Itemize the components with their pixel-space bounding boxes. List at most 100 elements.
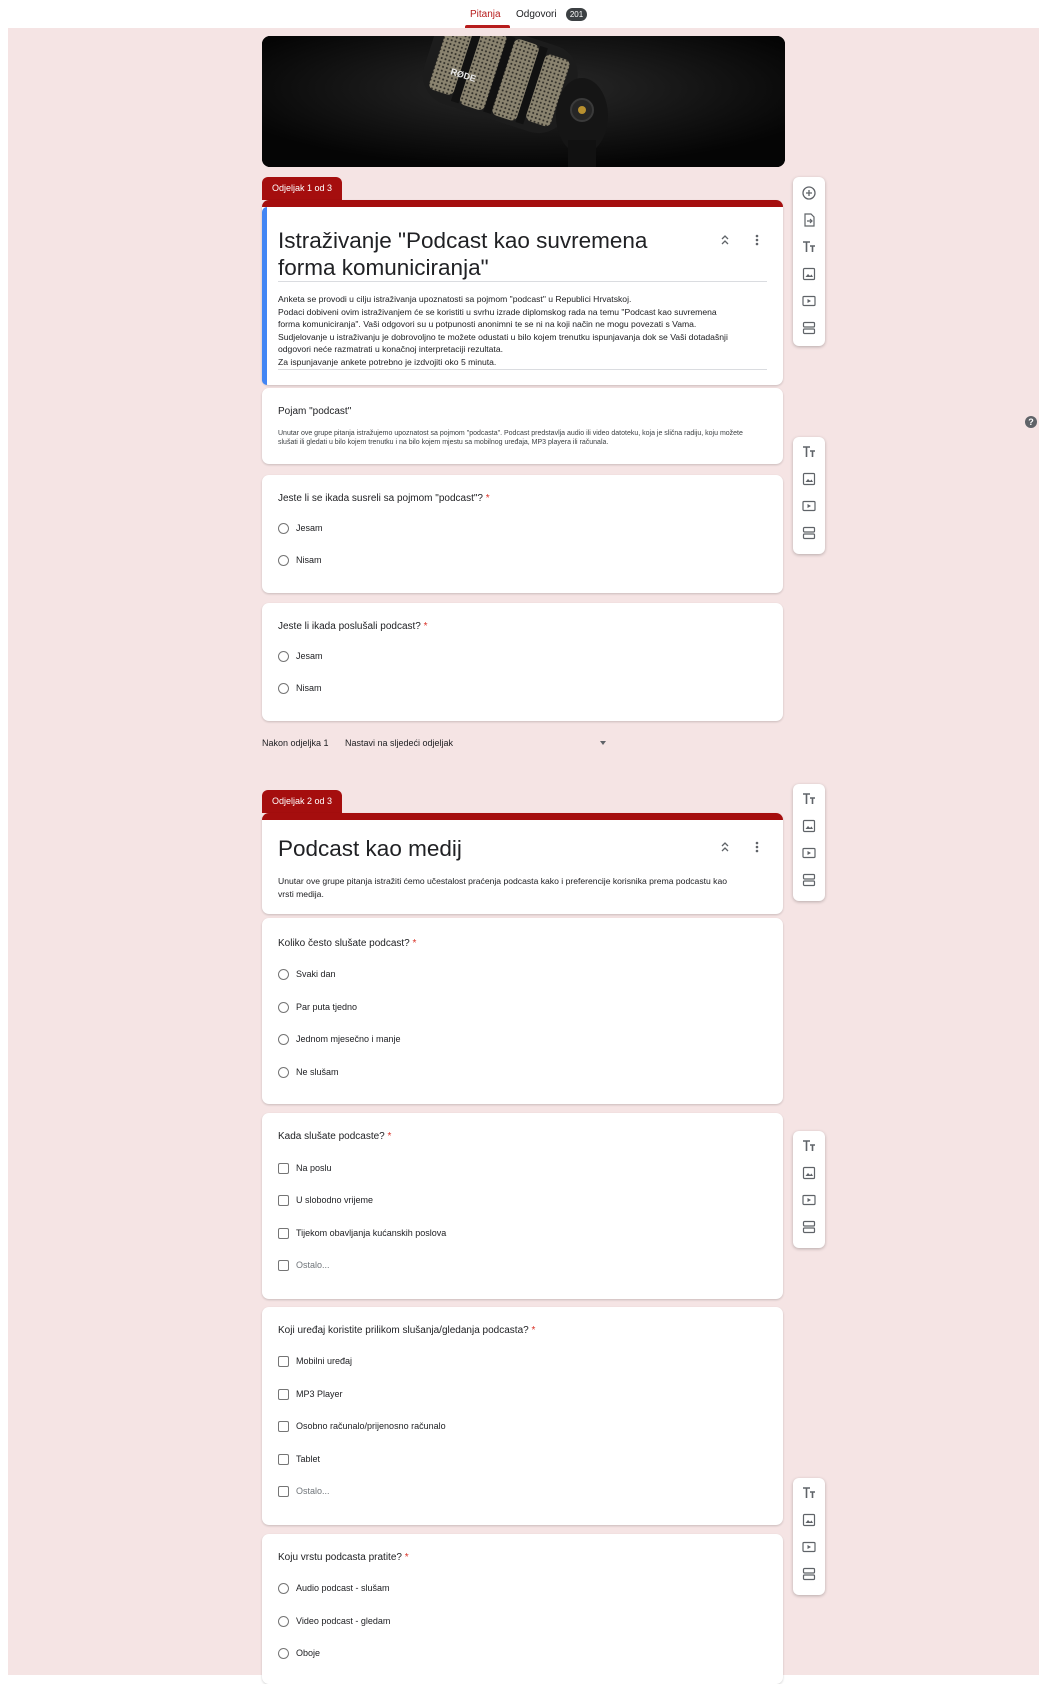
- checkbox-option-other[interactable]: Ostalo...: [278, 1258, 330, 1272]
- add-section-icon[interactable]: [801, 872, 817, 888]
- radio-button[interactable]: [278, 1033, 289, 1045]
- floating-toolbar: [793, 1131, 825, 1248]
- question-title: Koji uređaj koristite prilikom slušanja/…: [278, 1325, 535, 1336]
- option-label: MP3 Player: [296, 1389, 343, 1399]
- option-label: Svaki dan: [296, 969, 336, 979]
- add-video-icon[interactable]: [801, 1192, 817, 1208]
- more-vert-icon[interactable]: [750, 840, 764, 854]
- collapse-icon[interactable]: [718, 840, 732, 854]
- title-description-card[interactable]: Pojam "podcast" Unutar ove grupe pitanja…: [262, 388, 783, 464]
- radio-button[interactable]: [278, 1615, 289, 1627]
- tab-questions[interactable]: Pitanja: [470, 9, 501, 20]
- checkbox[interactable]: [278, 1485, 289, 1497]
- checkbox[interactable]: [278, 1355, 289, 1367]
- radio-option[interactable]: Oboje: [278, 1646, 320, 1660]
- header-image[interactable]: RØDE: [262, 36, 785, 167]
- checkbox[interactable]: [278, 1259, 289, 1271]
- checkbox-option[interactable]: Na poslu: [278, 1161, 332, 1175]
- option-label: Video podcast - gledam: [296, 1616, 391, 1626]
- checkbox-option[interactable]: Osobno računalo/prijenosno računalo: [278, 1419, 446, 1433]
- add-image-icon[interactable]: [801, 1165, 817, 1181]
- add-title-icon[interactable]: [801, 239, 817, 255]
- section-2-header-card[interactable]: Podcast kao medij Unutar ove grupe pitan…: [262, 813, 783, 914]
- checkbox[interactable]: [278, 1420, 289, 1432]
- add-video-icon[interactable]: [801, 498, 817, 514]
- top-tab-bar: Pitanja Odgovori 201: [0, 0, 1039, 28]
- radio-button[interactable]: [278, 968, 289, 980]
- add-section-icon[interactable]: [801, 525, 817, 541]
- radio-option[interactable]: Nisam: [278, 681, 322, 695]
- tab-responses[interactable]: Odgovori: [516, 9, 557, 20]
- add-image-icon[interactable]: [801, 1512, 817, 1528]
- add-section-icon[interactable]: [801, 1219, 817, 1235]
- question-card-6[interactable]: Koju vrstu podcasta pratite? * Audio pod…: [262, 1534, 783, 1684]
- section-2-description[interactable]: Unutar ove grupe pitanja istražiti ćemo …: [278, 875, 738, 900]
- focus-indicator: [262, 207, 267, 385]
- radio-button[interactable]: [278, 1066, 289, 1078]
- radio-button[interactable]: [278, 1582, 289, 1594]
- radio-button[interactable]: [278, 1001, 289, 1013]
- add-question-icon[interactable]: [801, 185, 817, 201]
- import-questions-icon[interactable]: [801, 212, 817, 228]
- dropdown-arrow-icon[interactable]: [600, 741, 606, 745]
- add-video-icon[interactable]: [801, 293, 817, 309]
- checkbox[interactable]: [278, 1227, 289, 1239]
- add-image-icon[interactable]: [801, 818, 817, 834]
- checkbox-option[interactable]: MP3 Player: [278, 1387, 343, 1401]
- question-card-1[interactable]: Jeste li se ikada susreli sa pojmom "pod…: [262, 475, 783, 593]
- question-card-2[interactable]: Jeste li ikada poslušali podcast? * Jesa…: [262, 603, 783, 721]
- option-label: Ostalo...: [296, 1260, 330, 1270]
- radio-option[interactable]: Audio podcast - slušam: [278, 1581, 390, 1595]
- add-video-icon[interactable]: [801, 1539, 817, 1555]
- radio-button[interactable]: [278, 650, 289, 662]
- option-label: Nisam: [296, 555, 322, 565]
- collapse-icon[interactable]: [718, 233, 732, 247]
- add-section-icon[interactable]: [801, 320, 817, 336]
- radio-button[interactable]: [278, 682, 289, 694]
- question-card-5[interactable]: Koji uređaj koristite prilikom slušanja/…: [262, 1307, 783, 1525]
- question-card-3[interactable]: Koliko često slušate podcast? * Svaki da…: [262, 918, 783, 1104]
- checkbox[interactable]: [278, 1194, 289, 1206]
- more-vert-icon[interactable]: [750, 233, 764, 247]
- radio-button[interactable]: [278, 554, 289, 566]
- checkbox-option[interactable]: Mobilni uređaj: [278, 1354, 352, 1368]
- radio-option[interactable]: Ne slušam: [278, 1065, 339, 1079]
- option-label: Audio podcast - slušam: [296, 1583, 390, 1593]
- add-title-icon[interactable]: [801, 791, 817, 807]
- add-title-icon[interactable]: [801, 1485, 817, 1501]
- checkbox-option-other[interactable]: Ostalo...: [278, 1484, 330, 1498]
- add-title-icon[interactable]: [801, 1138, 817, 1154]
- add-video-icon[interactable]: [801, 845, 817, 861]
- checkbox[interactable]: [278, 1162, 289, 1174]
- radio-option[interactable]: Par puta tjedno: [278, 1000, 357, 1014]
- section-2-title[interactable]: Podcast kao medij: [278, 835, 462, 862]
- section-1-tab: Odjeljak 1 od 3: [262, 177, 343, 200]
- radio-option[interactable]: Nisam: [278, 553, 322, 567]
- radio-option[interactable]: Svaki dan: [278, 967, 336, 981]
- checkbox[interactable]: [278, 1453, 289, 1465]
- checkbox-option[interactable]: Tablet: [278, 1452, 320, 1466]
- responses-count-badge: 201: [566, 8, 587, 21]
- radio-option[interactable]: Jesam: [278, 521, 323, 535]
- add-title-icon[interactable]: [801, 444, 817, 460]
- radio-option[interactable]: Jesam: [278, 649, 323, 663]
- radio-option[interactable]: Jednom mjesečno i manje: [278, 1032, 401, 1046]
- option-label: Tablet: [296, 1454, 321, 1464]
- after-section-select[interactable]: Nastavi na sljedeći odjeljak: [345, 738, 453, 748]
- checkbox[interactable]: [278, 1388, 289, 1400]
- option-label: Ostalo...: [296, 1486, 330, 1496]
- question-card-4[interactable]: Kada slušate podcaste? * Na poslu U slob…: [262, 1113, 783, 1299]
- radio-button[interactable]: [278, 1647, 289, 1659]
- section-1-description[interactable]: Anketa se provodi u cilju istraživanja u…: [278, 293, 738, 369]
- add-image-icon[interactable]: [801, 471, 817, 487]
- radio-option[interactable]: Video podcast - gledam: [278, 1614, 390, 1628]
- add-section-icon[interactable]: [801, 1566, 817, 1582]
- radio-button[interactable]: [278, 522, 289, 534]
- add-image-icon[interactable]: [801, 266, 817, 282]
- checkbox-option[interactable]: Tijekom obavljanja kućanskih poslova: [278, 1226, 446, 1240]
- section-1-header-card[interactable]: Istraživanje "Podcast kao suvremena form…: [262, 200, 783, 385]
- help-icon[interactable]: ?: [1025, 416, 1037, 428]
- question-title: Koju vrstu podcasta pratite? *: [278, 1552, 409, 1563]
- section-1-title[interactable]: Istraživanje "Podcast kao suvremena form…: [278, 227, 698, 281]
- checkbox-option[interactable]: U slobodno vrijeme: [278, 1193, 373, 1207]
